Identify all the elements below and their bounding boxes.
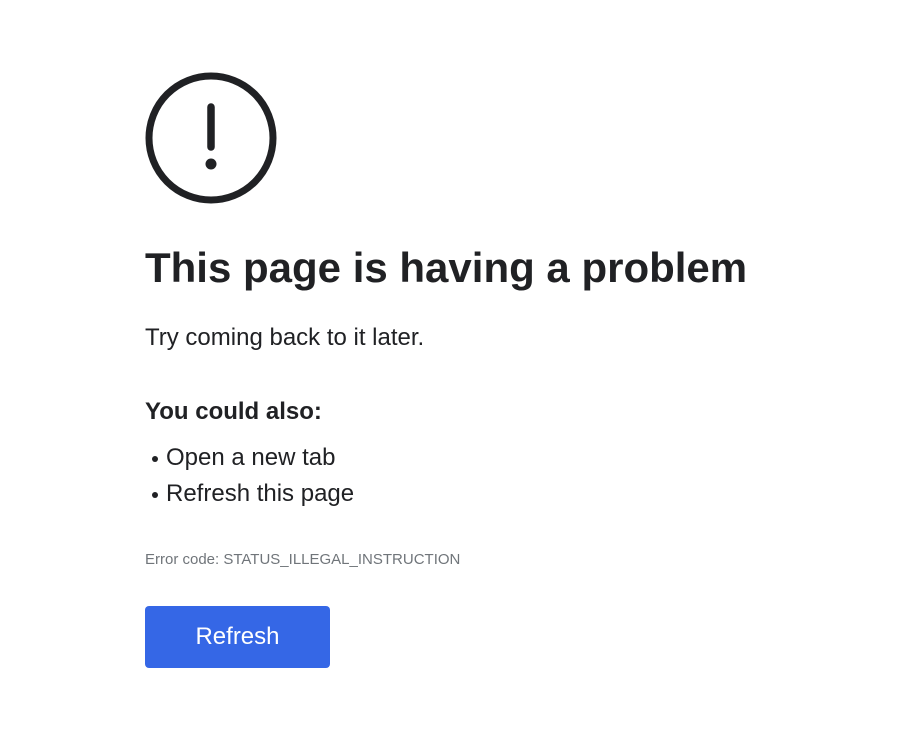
suggestion-label: Refresh this page [166,480,355,507]
suggestion-open-new-tab: Open a new tab [145,440,785,476]
error-content: This page is having a problem Try coming… [145,72,785,668]
suggestions-heading: You could also: [145,398,322,425]
page-title: This page is having a problem [145,244,748,291]
error-subtitle: Try coming back to it later. [145,324,425,351]
suggestions-list: Open a new tab Refresh this page [145,440,785,512]
suggestion-label: Open a new tab [166,444,336,471]
refresh-button[interactable]: Refresh [145,606,330,668]
suggestion-refresh-page: Refresh this page [145,476,785,512]
error-page: This page is having a problem Try coming… [0,0,900,756]
error-code: Error code: STATUS_ILLEGAL_INSTRUCTION [145,551,461,568]
bullet-icon [152,456,158,462]
bullet-icon [152,492,158,498]
exclamation-circle-icon [145,72,277,204]
